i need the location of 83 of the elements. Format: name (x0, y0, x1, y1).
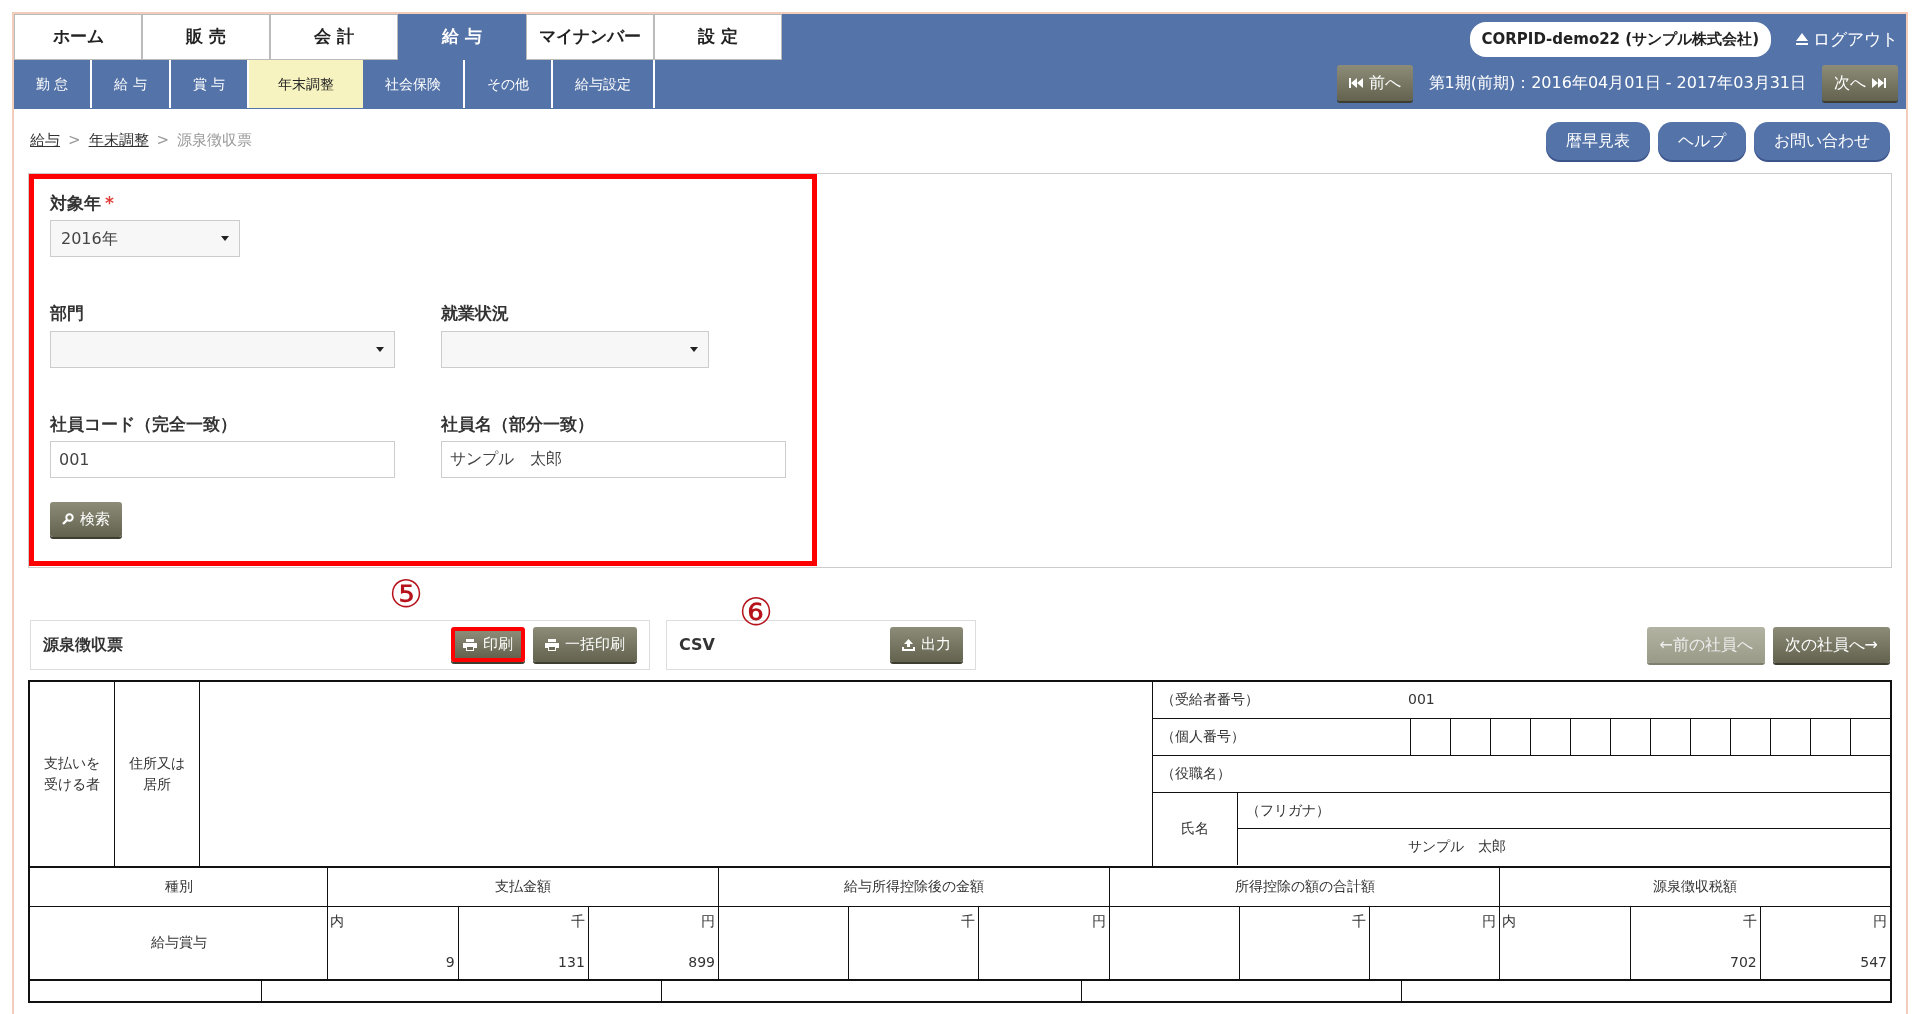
skip-forward-icon (1872, 77, 1886, 88)
sub-tab[interactable]: その他 (465, 60, 554, 108)
main-tab[interactable]: マイナンバー (526, 14, 654, 60)
logout-link[interactable]: ログアウト (1795, 26, 1898, 52)
search-button[interactable]: 検索 (50, 502, 122, 537)
company-badge: CORPID-demo22 (サンプル株式会社) (1469, 22, 1771, 57)
column-header: 源泉徴収税額 (1653, 877, 1738, 896)
unit-label: 内 (330, 911, 345, 931)
form-label: 氏名 (1181, 819, 1209, 838)
unit-label: 円 (1091, 911, 1106, 931)
next-period-button[interactable]: 次へ (1822, 64, 1898, 101)
table-cell-text: 899 (688, 952, 715, 972)
header-button[interactable]: お問い合わせ (1754, 121, 1890, 160)
year-select[interactable]: 2016年 (50, 220, 240, 257)
breadcrumb-link[interactable]: 給与 (30, 129, 60, 152)
callout-number: ⑥ (739, 592, 774, 631)
column-header: 所得控除の額の合計額 (1234, 877, 1375, 896)
sub-tab[interactable]: 勤 怠 (14, 60, 93, 108)
column-header: 支払金額 (495, 877, 552, 896)
field-label: 部門 (50, 302, 85, 325)
sub-tab[interactable]: 給与設定 (553, 60, 656, 108)
form-label: （受給者番号） (1160, 690, 1260, 709)
unit-label: 円 (1873, 911, 1887, 931)
breadcrumb-separator: > (156, 130, 170, 152)
unit-label: 内 (1502, 911, 1517, 931)
panel-title: CSV (679, 633, 715, 656)
form-label: （役職名） (1160, 764, 1232, 783)
table-cell-text: 131 (558, 952, 585, 972)
breadcrumb-link[interactable]: 年末調整 (88, 129, 149, 152)
panel-title: 源泉徴収票 (43, 633, 123, 656)
unit-label: 千 (1742, 911, 1757, 931)
unit-label: 円 (701, 911, 715, 931)
field-label: 社員コード（完全一致） (50, 412, 238, 436)
unit-label: 円 (1482, 911, 1497, 931)
main-tab[interactable]: 販 売 (142, 14, 270, 60)
name-input[interactable]: サンプル 太郎 (441, 441, 786, 478)
form-label: （個人番号） (1160, 727, 1246, 746)
search-icon (62, 513, 74, 526)
sub-tab[interactable]: 給 与 (92, 60, 171, 108)
callout-number: ⑤ (389, 575, 424, 614)
header-button[interactable]: ヘルプ (1658, 121, 1746, 160)
caret-icon (690, 346, 698, 352)
column-header: 給与所得控除後の金額 (843, 877, 984, 896)
eject-icon (1795, 32, 1809, 47)
caret-icon (376, 346, 384, 352)
export-button[interactable]: 出力 (890, 627, 963, 662)
sub-tab[interactable]: 社会保険 (363, 60, 466, 108)
department-select[interactable] (50, 330, 395, 368)
breadcrumb-separator: > (68, 130, 81, 152)
header-button[interactable]: 暦早見表 (1546, 121, 1650, 160)
print-button[interactable]: 一括印刷 (533, 627, 637, 662)
field-label: 対象年 (50, 191, 101, 215)
code-input[interactable]: 001 (50, 441, 395, 478)
printer-icon (545, 638, 559, 651)
main-tab[interactable]: ホーム (14, 14, 142, 60)
upload-icon (902, 638, 915, 651)
form-label: （フリガナ） (1246, 800, 1330, 820)
main-tab[interactable]: 会 計 (270, 14, 398, 60)
employee-nav-button[interactable]: 次の社員へ→ (1772, 626, 1890, 663)
skip-back-icon (1348, 77, 1363, 88)
field-label: 社員名（部分一致） (441, 412, 595, 436)
unit-label: 千 (570, 911, 585, 931)
table-cell-text: 702 (1730, 952, 1757, 972)
field-value: 001 (1408, 690, 1435, 709)
status-select[interactable] (441, 330, 709, 368)
form-label: 支払いを受ける者 (43, 753, 101, 794)
name-value: サンプル 太郎 (1408, 837, 1506, 856)
breadcrumb-current: 源泉徴収票 (177, 130, 253, 152)
unit-label: 千 (1352, 911, 1367, 931)
period-label: 第1期(前期)：2016年04月01日 - 2017年03月31日 (1428, 71, 1806, 94)
sub-tab[interactable]: 年末調整 (249, 60, 364, 108)
table-cell-text: 給与賞与 (150, 933, 207, 952)
form-label: 住所又は居所 (128, 753, 186, 794)
printer-icon (463, 638, 477, 651)
field-label: 就業状況 (441, 302, 510, 325)
table-cell-text: 9 (445, 952, 455, 972)
prev-period-button[interactable]: 前へ (1336, 64, 1413, 101)
main-tab[interactable]: 設 定 (654, 14, 782, 60)
table-cell-text: 547 (1860, 952, 1887, 972)
unit-label: 千 (961, 911, 976, 931)
required-mark: * (105, 191, 114, 215)
caret-icon (221, 236, 229, 241)
column-header: 種別 (164, 877, 193, 896)
